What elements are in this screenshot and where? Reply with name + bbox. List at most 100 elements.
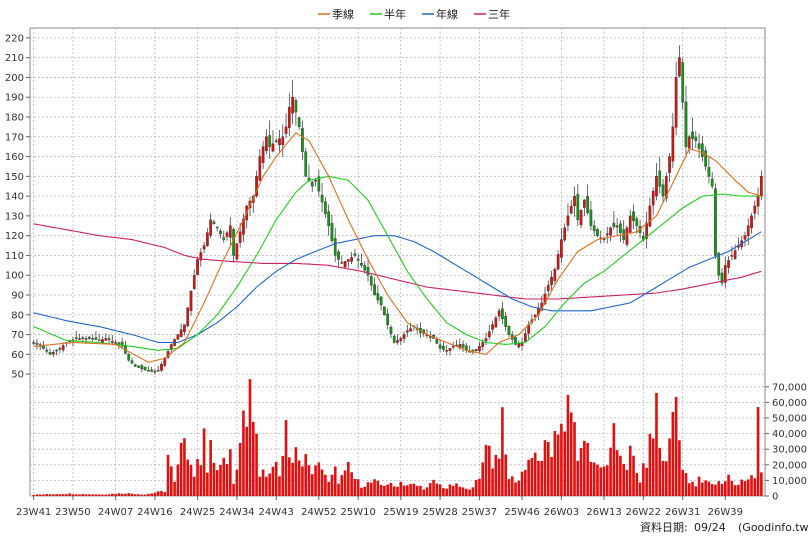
candle-body (592, 225, 596, 231)
volume-bar (396, 486, 399, 496)
candlesticks (32, 45, 763, 375)
candle-body (625, 227, 629, 245)
volume-bar (694, 486, 698, 496)
volume-bar (130, 493, 134, 496)
candle-body (291, 97, 294, 114)
volume-bar (468, 489, 471, 496)
price-tick-label: 180 (5, 113, 24, 124)
candle-body (127, 354, 131, 361)
volume-axis: 0 10,000 20,000 30,000 40,000 50,000 60,000 70,… (765, 382, 807, 503)
volume-bar (120, 493, 124, 496)
stock-chart: 季線 半年 年線 三年 50 60 70 80 90 100 110 120 130 140 150 160… (5, 7, 808, 534)
candle-body (147, 370, 150, 372)
volume-bar (232, 483, 235, 496)
candle-body (268, 135, 272, 147)
volume-bar (723, 481, 727, 496)
candle-body (32, 342, 35, 344)
volume-bar (697, 476, 701, 496)
volume-bar (530, 458, 534, 496)
candle-body (697, 143, 701, 149)
volume-bar (691, 481, 694, 496)
candle-body (671, 126, 675, 162)
candle-body (179, 329, 183, 337)
x-tick-label: 26W22 (626, 507, 661, 518)
x-tick-label: 24W43 (259, 507, 294, 518)
candle-body (648, 205, 652, 227)
volume-bar (543, 440, 547, 496)
volume-bar (61, 494, 65, 496)
volume-bar (356, 479, 360, 496)
volume-bar (497, 458, 501, 496)
volume-bar (363, 486, 367, 496)
volume-bar (402, 485, 406, 496)
candle-body (42, 345, 45, 349)
volume-bar (176, 464, 180, 496)
volume-bar (147, 493, 150, 496)
volume-bar (225, 464, 229, 496)
volume-bar (170, 466, 173, 496)
volume-bar (392, 486, 396, 496)
volume-bar (422, 489, 426, 496)
volume-bar (160, 491, 163, 496)
candle-body (596, 229, 599, 236)
candle-body (487, 331, 491, 338)
candle-body (553, 269, 557, 281)
candle-body (438, 344, 442, 349)
legend-label: 半年 (384, 7, 406, 21)
volume-bar (527, 459, 530, 496)
volume-bar (261, 469, 265, 496)
volume-bar (514, 482, 517, 496)
volume-bar (114, 494, 117, 496)
candle-body (156, 369, 160, 372)
volume-bar (386, 484, 389, 496)
volume-bar (291, 462, 294, 496)
candle-body (710, 178, 714, 187)
volume-bar (510, 476, 514, 496)
candle-body (45, 349, 49, 352)
candle-body (235, 243, 239, 260)
price-tick-label: 50 (11, 370, 24, 381)
volume-bar (537, 460, 540, 496)
candle-body (287, 106, 291, 129)
candle-body (474, 349, 478, 351)
price-tick-label: 140 (5, 192, 24, 203)
volume-bar (740, 479, 744, 496)
candle-body (750, 215, 753, 229)
volume-bar (376, 480, 380, 496)
candle-body (333, 238, 337, 256)
candle-body (714, 188, 717, 256)
candle-body (176, 334, 180, 340)
candle-body (209, 219, 212, 236)
candle-body (661, 184, 665, 197)
candle-body (228, 225, 232, 238)
volume-bar (48, 494, 52, 496)
candle-body (674, 77, 678, 128)
candle-body (556, 254, 560, 270)
candle-body (442, 346, 445, 350)
candle-body (756, 195, 760, 207)
volume-bar (366, 482, 370, 496)
volume-bar (117, 493, 121, 496)
candle-body (563, 227, 567, 241)
volume-bar (327, 481, 330, 496)
candle-body (484, 338, 488, 342)
candle-body (383, 306, 386, 315)
candle-body (478, 346, 481, 352)
volume-bar (563, 431, 566, 496)
volume-bar (202, 428, 206, 496)
candle-body (363, 265, 367, 271)
volume-bar (255, 433, 258, 496)
candle-body (445, 350, 449, 352)
candle-body (701, 143, 704, 157)
volume-bar (150, 493, 153, 496)
price-tick-label: 70 (11, 330, 24, 341)
candle-body (91, 338, 94, 340)
volume-bar (569, 412, 573, 496)
candle-body (609, 227, 612, 236)
volume-bar (294, 447, 298, 496)
volume-bar (674, 396, 678, 496)
volume-bar (265, 476, 268, 496)
volume-bar (153, 492, 157, 496)
candle-body (379, 296, 383, 306)
candle-body (396, 340, 399, 343)
